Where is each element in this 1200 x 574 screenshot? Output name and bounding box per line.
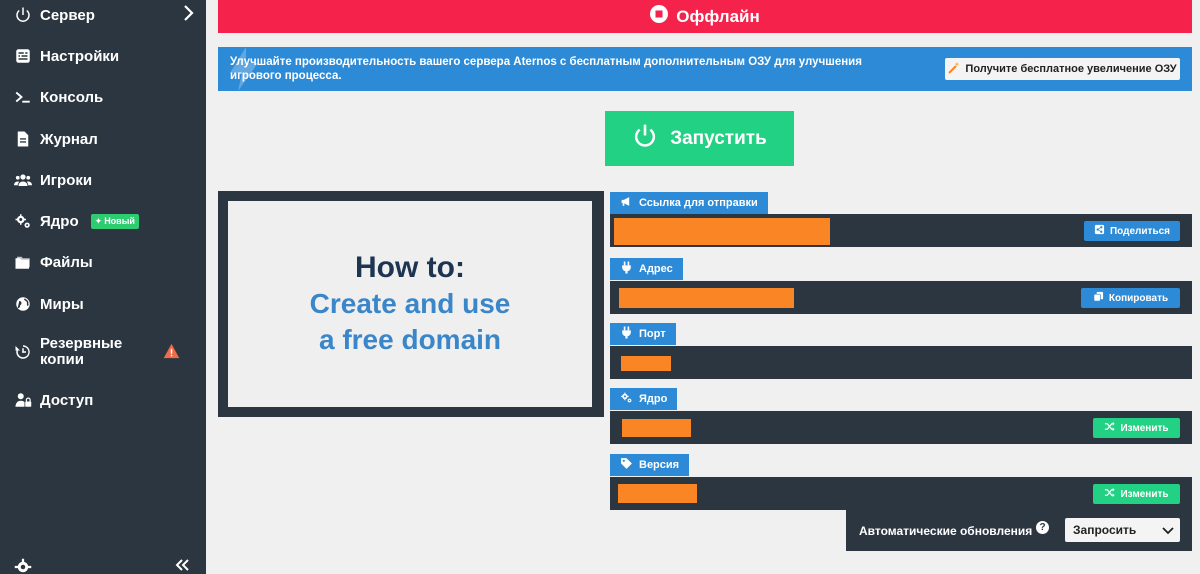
version-title: Версия	[639, 459, 680, 471]
address-tag: Адрес	[610, 258, 683, 280]
history-icon	[12, 341, 34, 363]
gears-icon	[12, 210, 34, 232]
video-thumbnail: How to: Create and use a free domain	[228, 201, 592, 407]
software-tag: Ядро	[610, 388, 678, 410]
version-tag: Версия	[610, 454, 690, 476]
sidebar-item-server[interactable]: Сервер	[0, 0, 206, 34]
megaphone-icon	[620, 195, 633, 211]
chevron-right-icon	[182, 4, 196, 27]
share-button-label: Поделиться	[1109, 225, 1170, 237]
sidebar-footer	[0, 554, 206, 574]
redacted-share-link	[614, 218, 830, 245]
video-title-line2: Create and use	[309, 288, 511, 319]
server-status-label: Оффлайн	[676, 6, 760, 26]
port-title: Порт	[639, 328, 666, 340]
promo-text: Улучшайте производительность вашего серв…	[230, 56, 862, 82]
sidebar-item-label: Доступ	[40, 391, 94, 409]
sidebar-item-log[interactable]: Журнал	[0, 120, 206, 158]
change-software-button[interactable]: Изменить	[1093, 418, 1180, 438]
start-server-label: Запустить	[670, 127, 767, 149]
copy-button-label: Копировать	[1108, 292, 1169, 304]
sidebar-item-label: Журнал	[40, 130, 98, 148]
port-tag: Порт	[610, 323, 676, 345]
sliders-icon	[12, 45, 34, 67]
change-version-button[interactable]: Изменить	[1093, 484, 1180, 504]
server-status-bar: Оффлайн	[218, 0, 1192, 33]
sidebar-item-settings[interactable]: Настройки	[0, 37, 206, 75]
shuffle-icon	[1104, 421, 1115, 435]
new-badge: ✦ Новый	[90, 213, 139, 229]
sidebar-item-label: Сервер	[40, 6, 95, 24]
share-link-title: Ссылка для отправки	[639, 197, 758, 209]
address-row: Копировать	[610, 281, 1192, 314]
gear-icon[interactable]	[14, 558, 32, 574]
auto-updates-selected: Запросить	[1073, 523, 1137, 537]
software-row: Изменить	[610, 411, 1192, 444]
terminal-icon	[12, 86, 34, 108]
magic-wand-icon	[948, 61, 960, 77]
shuffle-icon	[1104, 487, 1115, 501]
software-title: Ядро	[639, 393, 668, 405]
redacted-port	[621, 356, 671, 371]
redacted-address	[619, 288, 794, 308]
start-server-button[interactable]: Запустить	[605, 111, 794, 166]
file-icon	[12, 128, 34, 150]
change-version-label: Изменить	[1120, 488, 1169, 500]
tutorial-video[interactable]: How to: Create and use a free domain	[218, 191, 604, 417]
sidebar-item-backups[interactable]: Резервные копии	[0, 333, 206, 371]
video-title-line1: How to:	[355, 251, 465, 284]
auto-updates-panel: Автоматические обновления ? Запросить	[846, 510, 1192, 551]
ram-promo-banner: Улучшайте производительность вашего серв…	[218, 47, 1192, 91]
auto-updates-select[interactable]: Запросить	[1065, 518, 1180, 542]
sidebar-item-files[interactable]: Файлы	[0, 243, 206, 281]
chevron-down-icon	[1162, 527, 1174, 535]
power-icon	[632, 123, 658, 154]
tag-icon	[620, 457, 633, 473]
copy-icon	[1093, 291, 1104, 305]
users-icon	[12, 169, 34, 191]
plug-icon	[620, 326, 633, 342]
version-row: Изменить	[610, 477, 1192, 510]
user-lock-icon	[12, 389, 34, 411]
free-ram-button[interactable]: Получите бесплатное увеличение ОЗУ	[945, 58, 1180, 80]
sidebar-item-label: Консоль	[40, 88, 104, 106]
folder-icon	[12, 251, 34, 273]
sidebar-item-label: Резервные копии	[40, 335, 123, 368]
globe-icon	[12, 293, 34, 315]
sidebar-item-label: Ядро	[40, 212, 79, 230]
sidebar-item-players[interactable]: Игроки	[0, 161, 206, 199]
sidebar-item-access[interactable]: Доступ	[0, 381, 206, 419]
sidebar-item-label: Игроки	[40, 171, 93, 189]
sidebar-item-label: Файлы	[40, 253, 93, 271]
share-button[interactable]: Поделиться	[1084, 221, 1180, 241]
warning-icon	[163, 343, 180, 364]
new-badge-label: Новый	[104, 216, 135, 226]
collapse-sidebar-icon[interactable]	[174, 558, 190, 574]
sidebar-item-software[interactable]: Ядро ✦ Новый	[0, 202, 206, 240]
copy-address-button[interactable]: Копировать	[1081, 288, 1180, 308]
redacted-software	[622, 419, 691, 437]
redacted-version	[618, 484, 697, 503]
video-title-line3: a free domain	[318, 324, 502, 355]
sidebar-item-label: Настройки	[40, 47, 120, 65]
free-ram-button-label: Получите бесплатное увеличение ОЗУ	[965, 63, 1177, 75]
share-link-tag: Ссылка для отправки	[610, 192, 768, 214]
port-row	[610, 346, 1192, 379]
auto-updates-label: Автоматические обновления	[859, 524, 1033, 538]
sparkle-icon: ✦	[94, 215, 103, 226]
help-icon[interactable]: ?	[1036, 521, 1049, 534]
sidebar-item-label: Миры	[40, 295, 84, 313]
sidebar-item-worlds[interactable]: Миры	[0, 285, 206, 323]
power-icon	[12, 4, 34, 26]
sidebar: Сервер Настройки Консоль Журнал Игроки Я…	[0, 0, 206, 574]
gears-icon	[620, 391, 633, 407]
share-icon	[1094, 224, 1105, 238]
address-title: Адрес	[639, 263, 673, 275]
change-software-label: Изменить	[1120, 422, 1169, 434]
sidebar-item-console[interactable]: Консоль	[0, 78, 206, 116]
stop-icon	[650, 5, 669, 28]
plug-icon	[620, 261, 633, 277]
share-link-row: Поделиться	[610, 214, 1192, 247]
